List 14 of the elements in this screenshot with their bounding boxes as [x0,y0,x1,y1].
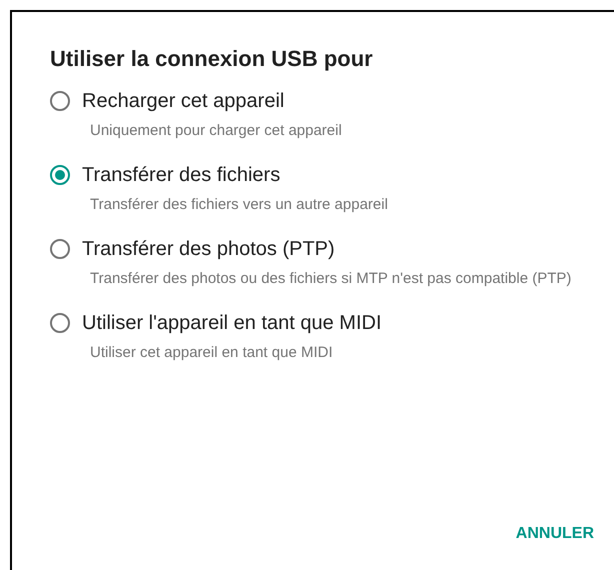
option-description: Transférer des fichiers vers un autre appareil [90,195,388,215]
radio-button[interactable] [50,165,70,185]
cancel-button[interactable]: ANNULER [508,518,602,550]
option-description: Utiliser cet appareil en tant que MIDI [90,343,333,363]
radio-button[interactable] [50,313,70,333]
option-label[interactable]: Transférer des photos (PTP) [82,235,335,263]
radio-button[interactable] [50,91,70,111]
option-description: Transférer des photos ou des fichiers si MTP n'est pas compatible (PTP) [90,269,572,289]
radio-button[interactable] [50,239,70,259]
dialog-title: Utiliser la connexion USB pour [50,45,373,73]
option-description: Uniquement pour charger cet appareil [90,121,342,141]
option-label[interactable]: Recharger cet appareil [82,87,284,115]
option-label[interactable]: Utiliser l'appareil en tant que MIDI [82,309,382,337]
option-label[interactable]: Transférer des fichiers [82,161,280,189]
